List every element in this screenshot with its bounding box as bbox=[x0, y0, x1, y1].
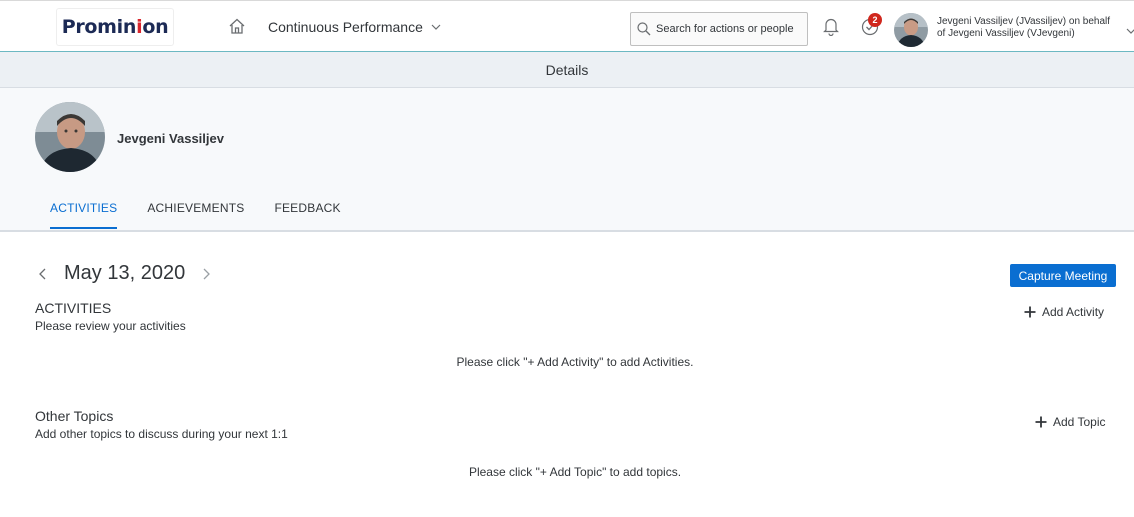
employee-name: Jevgeni Vassiljev bbox=[117, 131, 224, 146]
home-icon[interactable] bbox=[228, 17, 246, 35]
plus-icon bbox=[1024, 306, 1036, 318]
page-title: Details bbox=[545, 61, 589, 78]
activities-section-title: ACTIVITIES bbox=[35, 300, 112, 316]
add-activity-button[interactable]: Add Activity bbox=[1024, 305, 1104, 319]
topics-empty-message: Please click "+ Add Topic" to add topics… bbox=[468, 465, 682, 479]
chevron-right-icon[interactable] bbox=[199, 267, 213, 281]
tab-activities[interactable]: ACTIVITIES bbox=[35, 201, 132, 229]
user-identity-line1: Jevgeni Vassiljev (JVassiljev) on behalf bbox=[937, 16, 1111, 27]
plus-icon bbox=[1035, 416, 1047, 428]
activities-empty-message: Please click "+ Add Activity" to add Act… bbox=[456, 355, 694, 369]
add-topic-label: Add Topic bbox=[1053, 415, 1106, 429]
app-title: Continuous Performance bbox=[268, 19, 423, 35]
chevron-down-icon[interactable] bbox=[1126, 27, 1134, 35]
logo-text: Prominion bbox=[61, 16, 169, 38]
activities-section-subtitle: Please review your activities bbox=[35, 319, 186, 333]
shell-bar: Prominion Continuous Performance 2 bbox=[0, 0, 1134, 52]
notifications-bell-icon[interactable] bbox=[822, 16, 840, 36]
tasks-count-badge: 2 bbox=[868, 13, 882, 27]
tab-achievements[interactable]: ACHIEVEMENTS bbox=[132, 201, 259, 229]
profile-header: Jevgeni Vassiljev ACTIVITIES ACHIEVEMENT… bbox=[0, 88, 1134, 232]
tab-feedback[interactable]: FEEDBACK bbox=[259, 201, 355, 229]
meeting-date: May 13, 2020 bbox=[64, 262, 186, 284]
search-input[interactable] bbox=[656, 23, 796, 35]
add-topic-button[interactable]: Add Topic bbox=[1035, 415, 1105, 429]
topics-section-subtitle: Add other topics to discuss during your … bbox=[35, 427, 288, 441]
chevron-left-icon[interactable] bbox=[36, 267, 50, 281]
search-icon bbox=[637, 22, 651, 36]
capture-meeting-button[interactable]: Capture Meeting bbox=[1010, 264, 1116, 287]
chevron-down-icon bbox=[431, 24, 441, 30]
company-logo[interactable]: Prominion bbox=[57, 9, 173, 45]
profile-avatar bbox=[35, 102, 105, 172]
add-activity-label: Add Activity bbox=[1042, 305, 1105, 319]
app-title-menu[interactable]: Continuous Performance bbox=[268, 19, 441, 35]
topics-section-title: Other Topics bbox=[35, 408, 114, 424]
page-header: Details bbox=[0, 52, 1134, 88]
profile-tabs: ACTIVITIES ACHIEVEMENTS FEEDBACK bbox=[35, 201, 356, 229]
date-navigator: May 13, 2020 bbox=[36, 262, 213, 285]
user-identity[interactable]: Jevgeni Vassiljev (JVassiljev) on behalf… bbox=[937, 16, 1127, 40]
search-field[interactable] bbox=[630, 12, 808, 46]
user-identity-line2: of Jevgeni Vassiljev (VJevgeni) bbox=[937, 28, 1075, 39]
user-avatar[interactable] bbox=[894, 13, 928, 47]
